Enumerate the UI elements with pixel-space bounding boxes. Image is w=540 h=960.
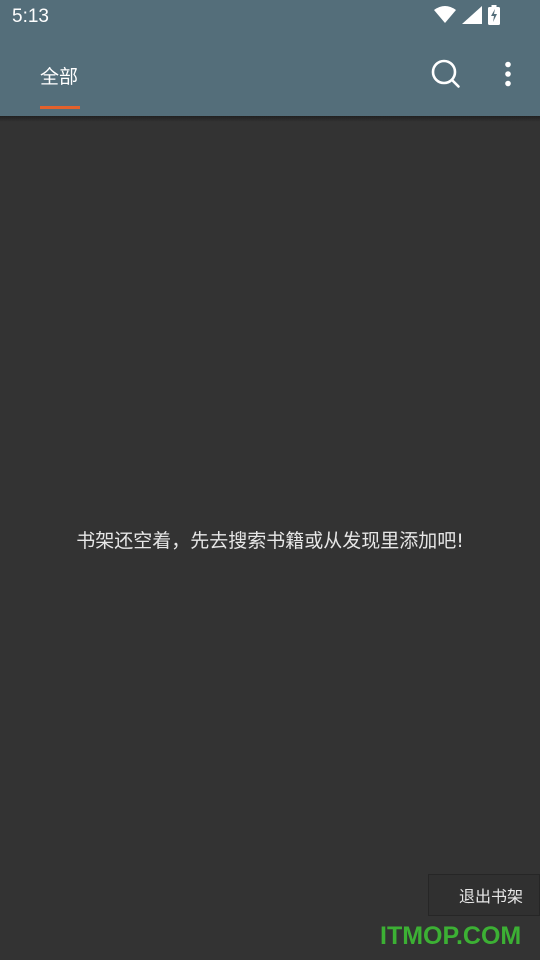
app-bar: 全部 [0,36,540,116]
cell-signal-icon [462,6,482,28]
empty-bookshelf-message: 书架还空着，先去搜索书籍或从发现里添加吧! [76,530,464,552]
status-icons [434,5,500,29]
search-icon [431,59,461,93]
tab-all[interactable]: 全部 [40,36,80,116]
tab-all-label: 全部 [40,66,79,88]
exit-bookshelf-button[interactable]: 退出书架 [428,874,540,916]
battery-charging-icon [488,5,500,29]
wifi-icon [434,6,456,28]
search-button[interactable] [426,56,466,96]
tab-indicator [40,106,80,109]
status-bar: 5:13 [0,0,540,36]
more-vert-icon [504,61,512,91]
watermark-logo: ITMOP.COM [380,922,522,950]
more-options-button[interactable] [492,56,524,96]
status-time: 5:13 [12,6,49,27]
app-bar-shadow [0,116,540,122]
